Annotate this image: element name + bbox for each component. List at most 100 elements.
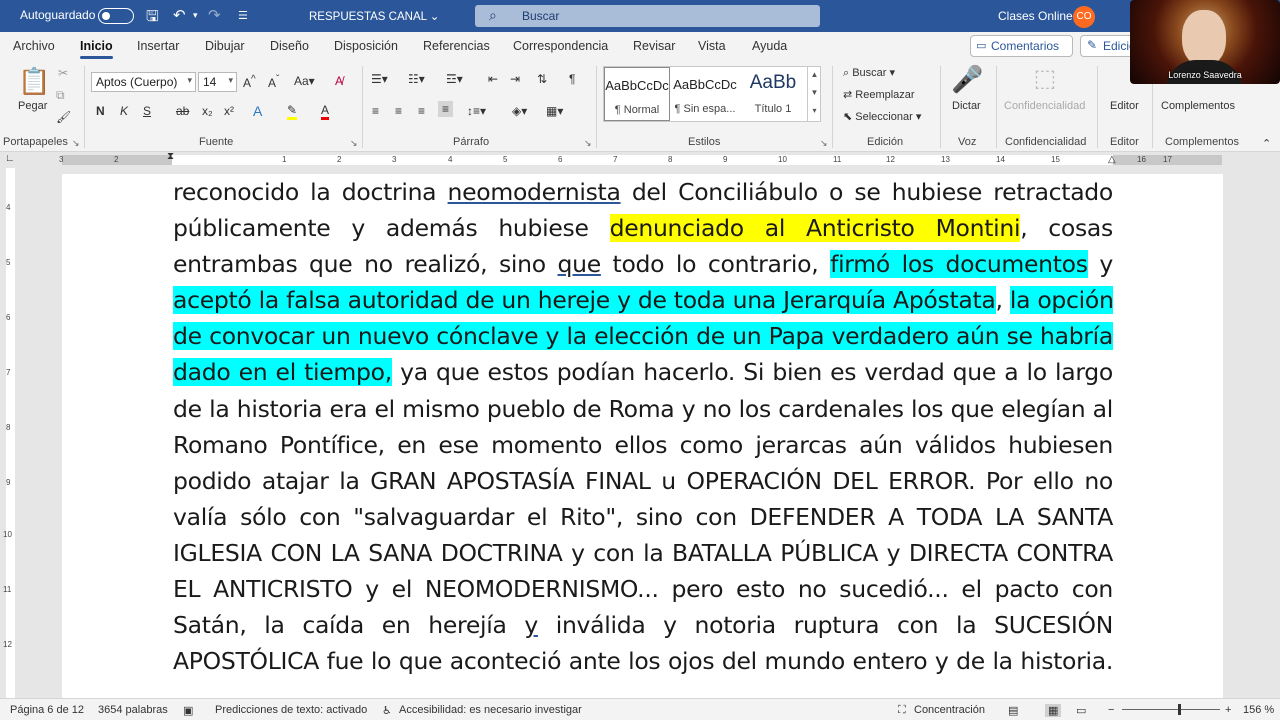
align-left-icon[interactable]: ≡ bbox=[372, 104, 379, 118]
paste-button[interactable]: Pegar bbox=[18, 100, 47, 112]
line-spacing-icon[interactable]: ↕≡▾ bbox=[467, 104, 486, 118]
text-effects-icon[interactable]: A bbox=[253, 103, 262, 119]
text-line[interactable]: reconocido la doctrina neomodernista del… bbox=[173, 174, 1113, 210]
dictate-button[interactable]: Dictar bbox=[952, 100, 981, 112]
tab-revisar[interactable]: Revisar bbox=[633, 39, 675, 53]
clipboard-launcher-icon[interactable]: ↘ bbox=[72, 138, 80, 149]
focus-button[interactable]: Concentración bbox=[914, 704, 985, 716]
replace-button[interactable]: ⇄ Reemplazar bbox=[843, 88, 915, 101]
style-no-spacing[interactable]: AaBbCcDc ¶ Sin espa... bbox=[672, 67, 738, 121]
redo-icon[interactable]: ↷ bbox=[208, 6, 221, 24]
bullets-icon[interactable]: ☰▾ bbox=[371, 72, 388, 86]
strikethrough-icon[interactable]: ab bbox=[176, 104, 189, 118]
cut-icon[interactable]: ✂ bbox=[58, 66, 68, 80]
right-indent-marker-icon[interactable]: △ bbox=[1108, 154, 1116, 165]
text-line[interactable]: IGLESIA CON LA SANA DOCTRINA y con la BA… bbox=[173, 535, 1113, 571]
customize-toolbar-icon[interactable]: ☰ bbox=[238, 9, 248, 22]
font-launcher-icon[interactable]: ↘ bbox=[350, 138, 358, 149]
text-line[interactable]: Romano Pontífice, en ese momento ellos c… bbox=[173, 427, 1113, 463]
tab-dibujar[interactable]: Dibujar bbox=[205, 39, 245, 53]
styles-scroll[interactable]: ▲ ▼ ▾ bbox=[807, 66, 821, 122]
styles-launcher-icon[interactable]: ↘ bbox=[820, 138, 828, 149]
font-family-select[interactable]: Aptos (Cuerpo) ▾ bbox=[91, 72, 196, 92]
indent-marker-icon[interactable]: ⧗ bbox=[167, 151, 174, 162]
find-button[interactable]: ⌕ Buscar ▾ bbox=[843, 66, 895, 80]
tab-inicio[interactable]: Inicio bbox=[80, 39, 113, 59]
search-input[interactable]: ⌕ Buscar bbox=[475, 5, 820, 27]
text-line[interactable]: entrambas que no realizó, sino que todo … bbox=[173, 246, 1113, 282]
style-heading-1[interactable]: AaBb Título 1 bbox=[740, 67, 806, 121]
decrease-indent-icon[interactable]: ⇤ bbox=[488, 72, 498, 86]
tab-referencias[interactable]: Referencias bbox=[423, 39, 490, 53]
microphone-icon[interactable]: 🎤 bbox=[951, 64, 983, 95]
save-icon[interactable]: 🖫 bbox=[146, 6, 159, 31]
read-mode-icon[interactable]: ▤ bbox=[1008, 704, 1018, 717]
subscript-icon[interactable]: x₂ bbox=[202, 104, 213, 118]
select-button[interactable]: ⬉ Seleccionar ▾ bbox=[843, 110, 921, 123]
zoom-level[interactable]: 156 % bbox=[1243, 704, 1274, 716]
bold-icon[interactable]: N bbox=[96, 104, 105, 118]
tab-diseno[interactable]: Diseño bbox=[270, 39, 309, 53]
account-avatar[interactable]: CO bbox=[1073, 6, 1095, 28]
account-name[interactable]: Clases Online bbox=[998, 9, 1073, 23]
text-line[interactable]: valía sólo con "salvaguardar el Rito", s… bbox=[173, 499, 1113, 535]
text-line[interactable]: dado en el tiempo, ya que estos podían h… bbox=[173, 354, 1113, 390]
collapse-ribbon-icon[interactable]: ⌃ bbox=[1262, 137, 1271, 150]
align-center-icon[interactable]: ≡ bbox=[395, 104, 402, 118]
zoom-slider[interactable] bbox=[1122, 709, 1220, 710]
highlight-color-icon[interactable]: ✎ bbox=[287, 103, 298, 120]
sort-icon[interactable]: ⇅ bbox=[537, 72, 547, 86]
justify-icon[interactable]: ≡ bbox=[438, 101, 454, 117]
addins-button[interactable]: Complementos bbox=[1161, 100, 1235, 112]
document-page[interactable]: reconocido la doctrina neomodernista del… bbox=[62, 174, 1223, 698]
format-painter-icon[interactable]: 🖌 bbox=[56, 110, 71, 124]
proofing-icon[interactable]: ▣ bbox=[183, 704, 193, 717]
web-layout-icon[interactable]: ▭ bbox=[1076, 704, 1086, 717]
borders-icon[interactable]: ▦▾ bbox=[546, 104, 563, 118]
text-line[interactable]: públicamente y además hubiese denunciado… bbox=[173, 210, 1113, 246]
increase-indent-icon[interactable]: ⇥ bbox=[510, 72, 520, 86]
zoom-thumb[interactable] bbox=[1178, 704, 1181, 715]
tab-archivo[interactable]: Archivo bbox=[13, 39, 55, 53]
shading-icon[interactable]: ◈▾ bbox=[512, 104, 527, 118]
text-line[interactable]: de la historia era el mismo pueblo de Ro… bbox=[173, 391, 1113, 427]
undo-icon[interactable]: ↶ bbox=[173, 6, 186, 24]
change-case-icon[interactable]: Aa▾ bbox=[294, 74, 315, 88]
text-line[interactable]: de convocar un nuevo cónclave y la elecc… bbox=[173, 318, 1113, 354]
document-title[interactable]: RESPUESTAS CANAL ⌄ bbox=[309, 9, 439, 23]
document-body[interactable]: reconocido la doctrina neomodernista del… bbox=[173, 174, 1113, 679]
paste-icon[interactable]: 📋 bbox=[18, 66, 50, 97]
text-line[interactable]: Satán, la caída en herejía y inválida y … bbox=[173, 607, 1113, 643]
text-line[interactable]: aceptó la falsa autoridad de un hereje y… bbox=[173, 282, 1113, 318]
tab-insertar[interactable]: Insertar bbox=[137, 39, 179, 53]
multilevel-list-icon[interactable]: ☲▾ bbox=[446, 72, 463, 86]
page-count[interactable]: Página 6 de 12 bbox=[10, 704, 84, 716]
align-right-icon[interactable]: ≡ bbox=[418, 104, 425, 118]
undo-dropdown-icon[interactable]: ▾ bbox=[193, 10, 198, 21]
tab-vista[interactable]: Vista bbox=[698, 39, 726, 53]
autosave-toggle[interactable] bbox=[98, 8, 134, 24]
comments-button[interactable]: ▭ Comentarios bbox=[970, 35, 1073, 57]
text-line[interactable]: APOSTÓLICA fue lo que aconteció ante los… bbox=[173, 643, 1113, 679]
clear-formatting-icon[interactable]: A̸ bbox=[335, 74, 343, 88]
font-color-icon[interactable]: A bbox=[321, 103, 330, 120]
font-size-select[interactable]: 14 ▾ bbox=[198, 72, 237, 92]
paragraph-launcher-icon[interactable]: ↘ bbox=[584, 138, 592, 149]
text-predictions-status[interactable]: Predicciones de texto: activado bbox=[215, 704, 367, 716]
tab-selector-icon[interactable]: ∟ bbox=[5, 153, 15, 164]
copy-icon[interactable]: ⧉ bbox=[56, 88, 65, 103]
zoom-out-icon[interactable]: − bbox=[1108, 704, 1114, 716]
tab-ayuda[interactable]: Ayuda bbox=[752, 39, 787, 53]
print-layout-icon[interactable]: ▦ bbox=[1045, 704, 1062, 717]
shrink-font-icon[interactable]: Aˇ bbox=[268, 74, 279, 90]
style-normal[interactable]: AaBbCcDc ¶ Normal bbox=[604, 67, 670, 121]
tab-disposicion[interactable]: Disposición bbox=[334, 39, 398, 53]
show-marks-icon[interactable]: ¶ bbox=[569, 72, 575, 86]
text-line[interactable]: EL ANTICRISTO y el NEOMODERNISMO... pero… bbox=[173, 571, 1113, 607]
zoom-in-icon[interactable]: + bbox=[1225, 704, 1231, 716]
underline-icon[interactable]: S bbox=[143, 104, 151, 118]
tab-correspondencia[interactable]: Correspondencia bbox=[513, 39, 608, 53]
text-line[interactable]: podido atajar la GRAN APOSTASÍA FINAL u … bbox=[173, 463, 1113, 499]
grow-font-icon[interactable]: A^ bbox=[243, 74, 256, 90]
superscript-icon[interactable]: x² bbox=[224, 104, 234, 118]
